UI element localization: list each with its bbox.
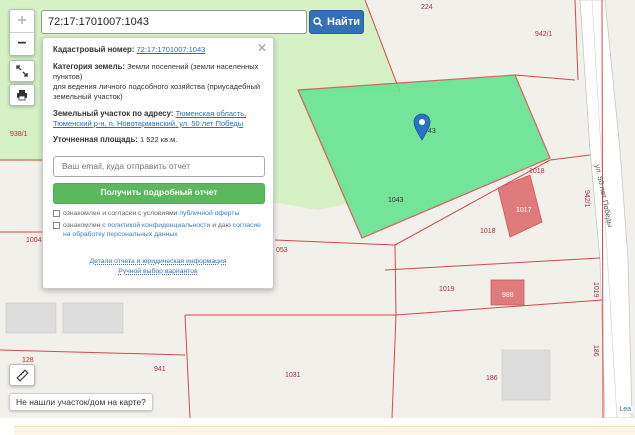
not-found-link[interactable]: Не нашли участок/дом на карте? <box>9 393 153 411</box>
consent-privacy-checkbox[interactable] <box>53 221 60 229</box>
consent-offer: ознакомлен и согласен с условиями публич… <box>53 209 263 218</box>
app: 224 942/1 942/1 938/1 1004 1043 43 053 1… <box>0 0 635 435</box>
plot-label: 43 <box>428 128 436 135</box>
area-row: Уточненная площадь: 1 522 кв.м. <box>53 135 263 145</box>
plot-label: 941 <box>154 366 166 373</box>
plot-label: 186 <box>486 375 498 382</box>
grey-building <box>501 349 551 401</box>
offer-link[interactable]: публичной оферты <box>179 210 239 217</box>
fullscreen-button[interactable] <box>9 60 35 82</box>
area-label: Уточненная площадь: <box>53 135 138 145</box>
attribution-link[interactable]: Lea <box>617 406 633 413</box>
consent-privacy-prefix: ознакомлен с <box>63 221 106 229</box>
manual-select-link[interactable]: Ручной выбор вариантов <box>118 268 197 275</box>
bottom-notice-bar <box>14 426 635 435</box>
ruler-icon <box>15 368 29 382</box>
consent-privacy-mid: и даю <box>212 221 231 229</box>
consent-privacy: ознакомлен с политикой конфиденциальност… <box>53 221 263 239</box>
consent-privacy-text: ознакомлен с политикой конфиденциальност… <box>63 221 263 239</box>
printer-icon <box>17 90 27 101</box>
category-row: Категория земель: Земли поселений (земли… <box>53 62 263 101</box>
report-details-link[interactable]: Детали отчета и юридическая информация <box>89 258 226 265</box>
search-icon <box>313 17 323 27</box>
area-value: 1 522 кв.м. <box>139 135 178 145</box>
address-row: Земельный участок по адресу: Тюменская о… <box>53 109 263 129</box>
cadastral-row: Кадастровый номер: 72:17:1701007:1043 <box>53 45 263 55</box>
plot-label: 224 <box>421 4 433 11</box>
plot-label: 1004 <box>26 237 42 244</box>
zoom-control: + − <box>9 9 35 56</box>
plot-label: 1043 <box>388 197 404 204</box>
plot-label: 053 <box>276 247 288 254</box>
category-label: Категория земель: <box>53 62 125 72</box>
grey-building <box>62 302 124 334</box>
plot-label: 1018 <box>529 168 545 175</box>
search-button-label: Найти <box>327 16 360 28</box>
print-button[interactable] <box>9 84 35 106</box>
plot-label: 988 <box>502 292 514 299</box>
plot-info-panel: ✕ Кадастровый номер: 72:17:1701007:1043 … <box>42 37 274 289</box>
plot-label: 1017 <box>516 207 532 214</box>
plot-label: 1031 <box>285 372 301 379</box>
order-report-button[interactable]: Получить подробный отчет <box>53 182 265 204</box>
search-button[interactable]: Найти <box>309 10 364 34</box>
privacy-policy-link[interactable]: политикой конфиденциальности <box>108 222 211 229</box>
grey-building <box>5 302 57 334</box>
plot-label: 1019 <box>592 282 599 298</box>
plot-label: 938/1 <box>10 131 28 138</box>
plot-label: 942/1 <box>583 190 590 208</box>
usage-value: для ведения личного подсобного хозяйства… <box>53 82 261 101</box>
close-icon[interactable]: ✕ <box>257 41 267 57</box>
cadastral-number-link[interactable]: 72:17:1701007:1043 <box>137 45 206 54</box>
consent-offer-checkbox[interactable] <box>53 209 60 217</box>
email-input[interactable] <box>53 155 265 177</box>
plot-label: 1018 <box>480 228 496 235</box>
address-label: Земельный участок по адресу: <box>53 108 174 118</box>
cadastral-label: Кадастровый номер: <box>53 45 135 54</box>
measure-button[interactable] <box>9 364 35 386</box>
plot-label: 1019 <box>439 286 455 293</box>
zoom-out-button[interactable]: − <box>10 33 34 55</box>
plot-label: 186 <box>592 345 599 357</box>
expand-icon <box>16 65 28 77</box>
panel-links: Детали отчета и юридическая информация Р… <box>53 257 263 277</box>
plot-label: 128 <box>22 357 34 364</box>
plot-label: 942/1 <box>535 31 553 38</box>
consent-offer-prefix: ознакомлен и согласен с условиями <box>63 209 178 217</box>
zoom-in-button[interactable]: + <box>10 10 34 32</box>
search-input[interactable] <box>41 10 307 34</box>
consent-offer-text: ознакомлен и согласен с условиями публич… <box>63 209 239 218</box>
